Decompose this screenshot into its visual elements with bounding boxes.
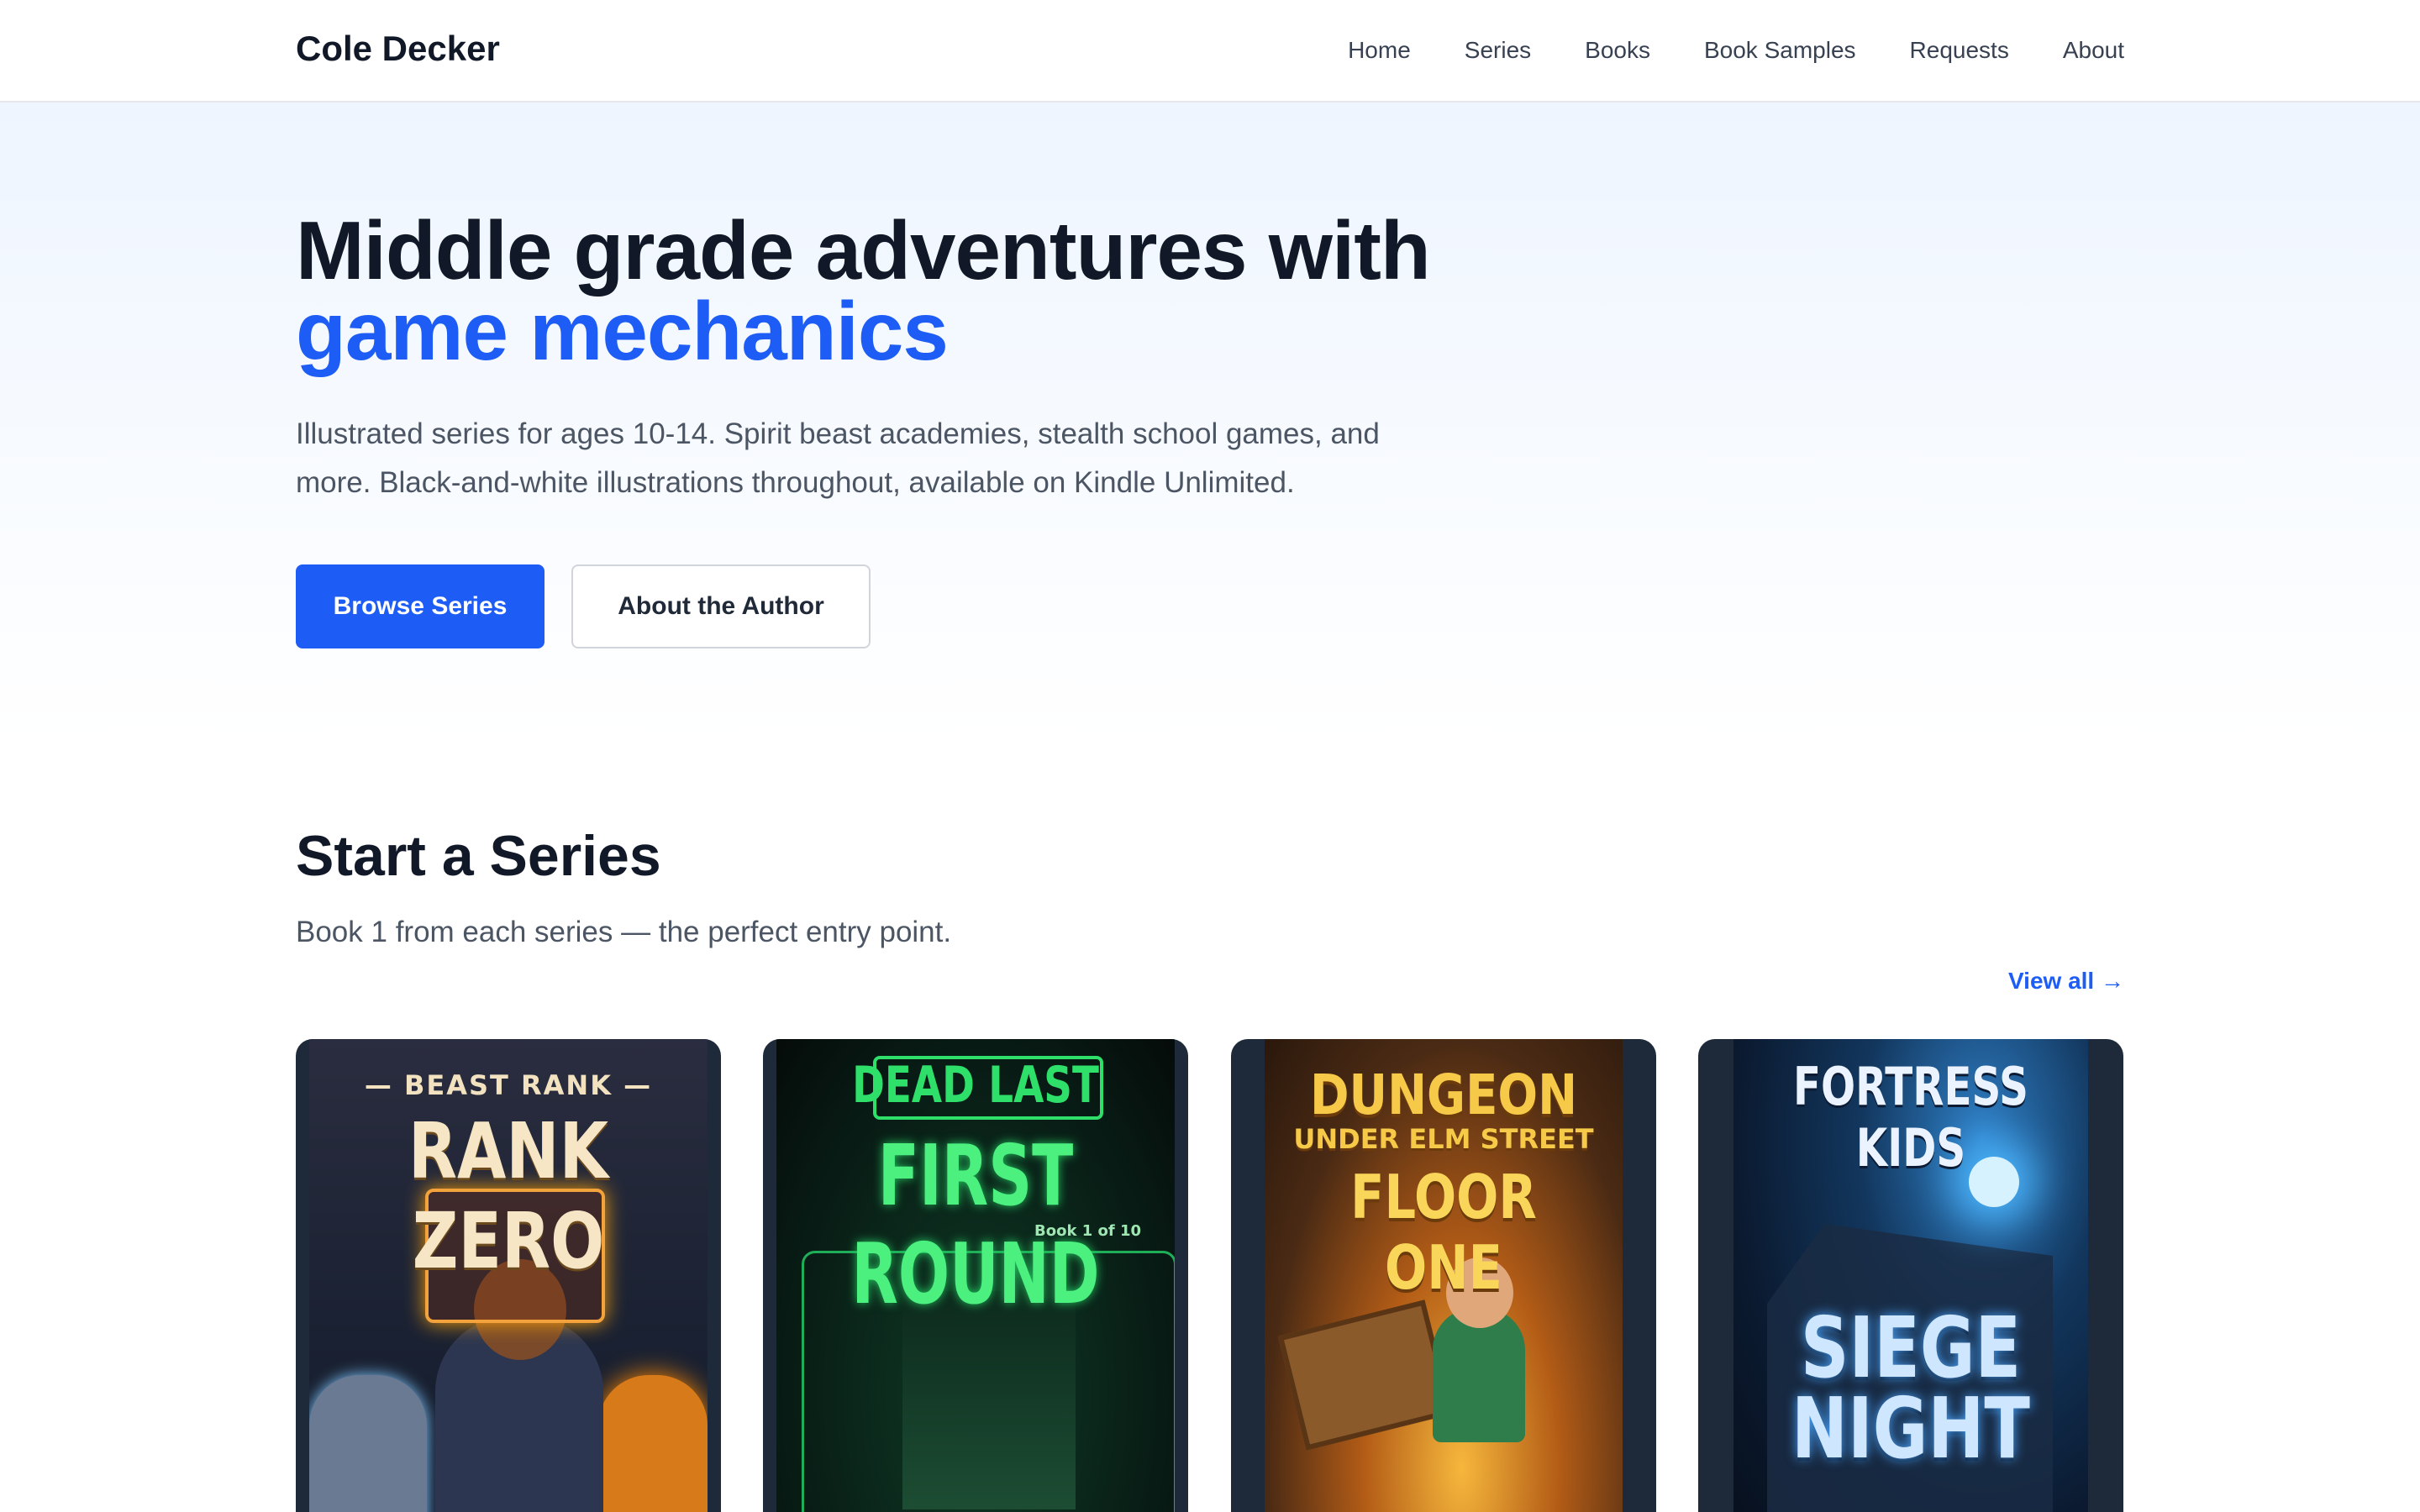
about-author-button[interactable]: About the Author <box>571 564 871 648</box>
nav-series[interactable]: Series <box>1465 37 1531 64</box>
site-header: Cole Decker Home Series Books Book Sampl… <box>0 0 2420 102</box>
book-title: RANK ZERO <box>408 1106 609 1286</box>
hatch-door-illustration <box>1277 1299 1454 1451</box>
book-cover-floor-one: DUNGEON UNDER ELM STREET FLOOR ONE <box>1265 1039 1623 1512</box>
main-nav: Home Series Books Book Samples Requests … <box>1348 0 2124 101</box>
book-title: FLOOR ONE <box>1350 1162 1537 1303</box>
book-cover-first-round: DEAD LAST FIRST ROUND Book 1 of 10 <box>776 1039 1175 1512</box>
book-kicker: DEAD LAST <box>852 1056 1099 1115</box>
browse-series-button[interactable]: Browse Series <box>296 564 544 648</box>
nav-requests[interactable]: Requests <box>1910 37 2009 64</box>
series-section-title: Start a Series <box>296 824 661 888</box>
boy-illustration <box>1433 1308 1525 1442</box>
wolf-illustration <box>309 1375 427 1512</box>
book-kicker: FORTRESS KIDS <box>1793 1056 2028 1179</box>
book-cover-siege-night: FORTRESS KIDS SIEGE NIGHT <box>1733 1039 2088 1512</box>
book-card-siege-night[interactable]: FORTRESS KIDS SIEGE NIGHT <box>1698 1039 2123 1512</box>
nav-book-samples[interactable]: Book Samples <box>1704 37 1856 64</box>
hero-title-accent: game mechanics <box>296 285 949 377</box>
book-kicker: DUNGEON <box>1309 1063 1578 1127</box>
hallway-illustration <box>902 1291 1076 1509</box>
hero-subtitle: Illustrated series for ages 10-14. Spiri… <box>296 417 1380 499</box>
book-kicker: — BEAST RANK — <box>364 1069 653 1101</box>
site-brand[interactable]: Cole Decker <box>296 29 500 69</box>
book-title: SIEGE NIGHT <box>1791 1299 2030 1478</box>
hero-title: Middle grade adventures with game mechan… <box>296 209 1431 377</box>
book-card-first-round[interactable]: DEAD LAST FIRST ROUND Book 1 of 10 <box>763 1039 1188 1512</box>
hero-section: Middle grade adventures with game mechan… <box>0 102 2420 741</box>
nav-home[interactable]: Home <box>1348 37 1411 64</box>
hero-title-line1: Middle grade adventures with <box>296 204 1431 297</box>
book-subkicker: UNDER ELM STREET <box>1293 1123 1594 1155</box>
nav-about[interactable]: About <box>2063 37 2124 64</box>
nav-books[interactable]: Books <box>1585 37 1650 64</box>
book-card-floor-one[interactable]: DUNGEON UNDER ELM STREET FLOOR ONE <box>1231 1039 1656 1512</box>
view-all-link[interactable]: View all → <box>2008 968 2124 995</box>
lion-illustration <box>598 1375 708 1512</box>
book-cover-rank-zero: — BEAST RANK — RANK ZERO <box>309 1039 708 1512</box>
book-number: Book 1 of 10 <box>1034 1222 1141 1240</box>
series-section-subtitle: Book 1 from each series — the perfect en… <box>296 916 952 948</box>
book-card-rank-zero[interactable]: — BEAST RANK — RANK ZERO <box>296 1039 721 1512</box>
